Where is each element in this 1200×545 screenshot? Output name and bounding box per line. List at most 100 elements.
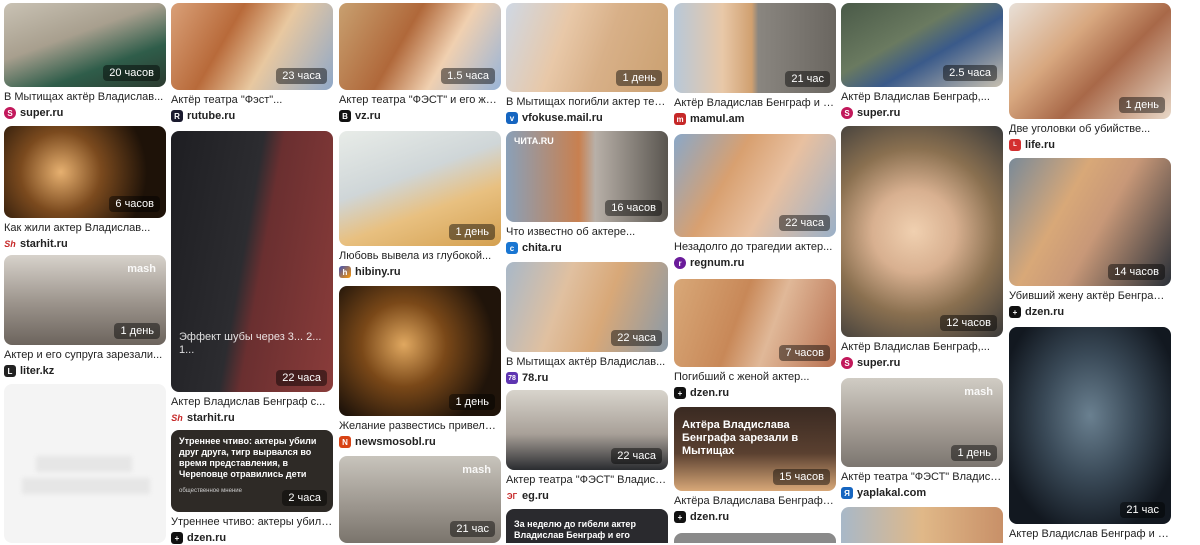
news-card[interactable] xyxy=(674,533,836,543)
card-title[interactable]: Убивший жену актёр Бенграф... xyxy=(1009,290,1171,303)
news-card[interactable]: Эффект шубы через 3... 2... 1... 22 часа… xyxy=(171,131,333,425)
thumbnail-image[interactable]: 12 часов xyxy=(841,126,1003,337)
card-title[interactable]: Актер театра "ФЭСТ" Владислав... xyxy=(506,474,668,487)
card-title[interactable]: Актёр театра "ФЭСТ" Владислав... xyxy=(841,471,1003,484)
news-card[interactable]: 1 день В Мытищах погибли актер театр... … xyxy=(506,3,668,125)
source-row[interactable]: h hibiny.ru xyxy=(339,265,501,279)
thumbnail-image[interactable]: 1 день xyxy=(339,286,501,416)
source-row[interactable]: Nnewsmosobl.ru xyxy=(339,435,501,449)
card-title[interactable]: В Мытищах погибли актер театр... xyxy=(506,96,668,109)
thumbnail-image[interactable]: За неделю до гибели актер Владислав Бенг… xyxy=(506,509,668,543)
source-row[interactable]: Ssuper.ru xyxy=(841,356,1003,370)
source-row[interactable]: ЭГ eg.ru xyxy=(506,489,668,503)
news-card[interactable]: mash 21 час xyxy=(339,456,501,543)
source-row[interactable]: 78 78.ru xyxy=(506,371,668,385)
news-card[interactable]: 12 часов Актёр Владислав Бенграф,... Ssu… xyxy=(841,126,1003,370)
card-title[interactable]: Актёр Владислав Бенграф,... xyxy=(841,91,1003,104)
news-card[interactable]: 20 часов В Мытищах актёр Владислав... Ss… xyxy=(4,3,166,120)
source-row[interactable]: r regnum.ru xyxy=(674,256,836,270)
news-card[interactable]: 1 день Две уголовки об убийстве... Llife… xyxy=(1009,3,1171,152)
thumbnail-image[interactable]: Актёра Владислава Бенграфа зарезали в Мы… xyxy=(674,407,836,491)
card-title[interactable]: Желание развестись привело к... xyxy=(339,420,501,433)
card-title[interactable]: Актёр Владислав Бенграф,... xyxy=(841,341,1003,354)
thumbnail-image[interactable]: 22 часа xyxy=(506,390,668,470)
source-row[interactable]: m mamul.am xyxy=(674,112,836,126)
source-row[interactable]: Sh starhit.ru xyxy=(171,411,333,425)
card-title[interactable]: Как жили актер Владислав... xyxy=(4,222,166,235)
news-card[interactable]: Актёра Владислава Бенграфа зарезали в Мы… xyxy=(674,407,836,524)
thumbnail-image[interactable]: mash 1 день xyxy=(4,255,166,345)
source-row[interactable]: Lliter.kz xyxy=(4,364,166,378)
thumbnail-image[interactable]: 20 часов xyxy=(4,3,166,87)
card-title[interactable]: Актер и его супруга зарезали... xyxy=(4,349,166,362)
source-row[interactable]: + dzen.ru xyxy=(1009,305,1171,319)
source-row[interactable]: Ssuper.ru xyxy=(841,106,1003,120)
news-card[interactable] xyxy=(841,507,1003,543)
thumbnail-image[interactable] xyxy=(674,533,836,543)
thumbnail-image[interactable]: 21 час xyxy=(1009,327,1171,524)
card-title[interactable]: Актёр театра "Фэст"... xyxy=(171,94,333,107)
thumbnail-image[interactable]: 7 часов xyxy=(674,279,836,367)
thumbnail-image[interactable]: 21 час xyxy=(674,3,836,93)
card-title[interactable]: Актёра Владислава Бенграфа... xyxy=(674,495,836,508)
news-card[interactable]: Утреннее чтиво: актеры убили друг друга,… xyxy=(171,430,333,545)
news-card[interactable]: 14 часов Убивший жену актёр Бенграф... +… xyxy=(1009,158,1171,319)
thumbnail-image[interactable]: 1 день xyxy=(339,131,501,246)
thumbnail-image[interactable]: 22 часа xyxy=(674,134,836,237)
thumbnail-image[interactable]: 23 часа xyxy=(171,3,333,90)
card-title[interactable]: Погибший с женой актер... xyxy=(674,371,836,384)
news-card[interactable]: mash 1 день Актер и его супруга зарезали… xyxy=(4,255,166,378)
source-row[interactable]: Яyaplakal.com xyxy=(841,486,1003,500)
thumbnail-image[interactable]: Эффект шубы через 3... 2... 1... 22 часа xyxy=(171,131,333,392)
news-card[interactable]: 22 часа Незадолго до трагедии актер... r… xyxy=(674,134,836,270)
news-card[interactable]: 6 часов Как жили актер Владислав... Sh st… xyxy=(4,126,166,251)
news-card[interactable]: 2.5 часа Актёр Владислав Бенграф,... Ssu… xyxy=(841,3,1003,120)
news-card[interactable]: 1 день Любовь вывела из глубокой... h hib… xyxy=(339,131,501,279)
source-row[interactable]: c chita.ru xyxy=(506,241,668,255)
source-row[interactable]: + dzen.ru xyxy=(674,386,836,400)
thumbnail-image[interactable]: 6 часов xyxy=(4,126,166,218)
news-card[interactable]: ЧИТА.RU 16 часов Что известно об актере.… xyxy=(506,131,668,255)
source-row[interactable]: Ssuper.ru xyxy=(4,106,166,120)
thumbnail-image[interactable]: 22 часа xyxy=(506,262,668,352)
card-title[interactable]: Любовь вывела из глубокой... xyxy=(339,250,501,263)
news-card[interactable]: 7 часов Погибший с женой актер... + dzen.… xyxy=(674,279,836,400)
news-card[interactable]: 21 час Актёр Владислав Бенграф и его... … xyxy=(674,3,836,126)
news-card[interactable]: 21 час Актер Владислав Бенграф и его... xyxy=(1009,327,1171,541)
blurred-ad-image[interactable] xyxy=(4,384,166,543)
news-card[interactable]: За неделю до гибели актер Владислав Бенг… xyxy=(506,509,668,543)
thumbnail-image[interactable]: 1 день xyxy=(1009,3,1171,119)
news-card[interactable]: 23 часа Актёр театра "Фэст"... Rrutube.r… xyxy=(171,3,333,123)
card-title[interactable]: Актёр Владислав Бенграф и его... xyxy=(674,97,836,110)
news-card[interactable]: 1.5 часа Актер театра "ФЭСТ" и его жена.… xyxy=(339,3,501,123)
card-title[interactable]: В Мытищах актёр Владислав... xyxy=(4,91,166,104)
source-row[interactable]: Sh starhit.ru xyxy=(4,237,166,251)
thumbnail-image[interactable]: mash 1 день xyxy=(841,378,1003,467)
thumbnail-image[interactable]: mash 21 час xyxy=(339,456,501,543)
news-card[interactable]: mash 1 день Актёр театра "ФЭСТ" Владисла… xyxy=(841,378,1003,500)
source-row[interactable]: v vfokuse.mail.ru xyxy=(506,111,668,125)
thumbnail-image[interactable]: 14 часов xyxy=(1009,158,1171,286)
card-title[interactable]: Утреннее чтиво: актеры убили... xyxy=(171,516,333,529)
source-row[interactable]: Bvz.ru xyxy=(339,109,501,123)
news-card[interactable]: 22 часа Актер театра "ФЭСТ" Владислав...… xyxy=(506,390,668,503)
source-row[interactable]: + dzen.ru xyxy=(674,510,836,524)
card-title[interactable]: В Мытищах актёр Владислав... xyxy=(506,356,668,369)
thumbnail-image[interactable]: 1.5 часа xyxy=(339,3,501,90)
thumbnail-image[interactable]: ЧИТА.RU 16 часов xyxy=(506,131,668,222)
ad-placeholder[interactable] xyxy=(4,384,166,543)
thumbnail-image[interactable]: 1 день xyxy=(506,3,668,92)
card-title[interactable]: Что известно об актере... xyxy=(506,226,668,239)
card-title[interactable]: Актер Владислав Бенграф с... xyxy=(171,396,333,409)
card-title[interactable]: Актер Владислав Бенграф и его... xyxy=(1009,528,1171,541)
thumbnail-image[interactable]: 2.5 часа xyxy=(841,3,1003,87)
source-row[interactable]: Llife.ru xyxy=(1009,138,1171,152)
thumbnail-image[interactable]: Утреннее чтиво: актеры убили друг друга,… xyxy=(171,430,333,512)
source-row[interactable]: Rrutube.ru xyxy=(171,109,333,123)
card-title[interactable]: Незадолго до трагедии актер... xyxy=(674,241,836,254)
news-card[interactable]: 1 день Желание развестись привело к... N… xyxy=(339,286,501,449)
news-card[interactable]: 22 часа В Мытищах актёр Владислав... 78 7… xyxy=(506,262,668,385)
card-title[interactable]: Две уголовки об убийстве... xyxy=(1009,123,1171,136)
thumbnail-image[interactable] xyxy=(841,507,1003,543)
card-title[interactable]: Актер театра "ФЭСТ" и его жена... xyxy=(339,94,501,107)
